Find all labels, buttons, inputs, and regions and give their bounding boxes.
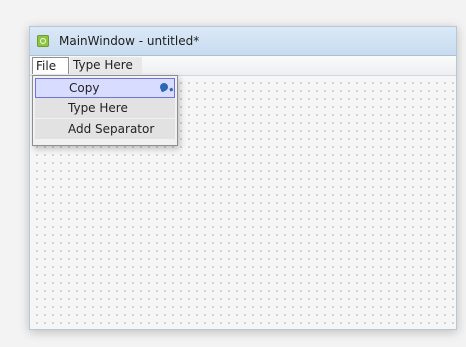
menu-item-type-here[interactable]: Type Here [35,98,175,118]
menu-file[interactable]: File [32,57,69,74]
menu-bar: File Type Here [30,56,456,76]
designer-main-window: MainWindow - untitled* File Type Here Co… [29,26,457,330]
menu-type-here[interactable]: Type Here [70,57,142,74]
title-bar[interactable]: MainWindow - untitled* [30,27,456,56]
window-title: MainWindow - untitled* [59,34,200,48]
menu-item-add-separator[interactable]: Add Separator [35,119,175,139]
qt-app-icon [37,35,49,47]
file-menu-dropdown: Copy Type Here Add Separator [32,75,178,146]
screenshot-frame: MainWindow - untitled* File Type Here Co… [0,0,466,347]
cursor-hint-icon [158,81,170,93]
menu-item-copy[interactable]: Copy [35,78,175,98]
menu-item-copy-label: Copy [69,81,100,95]
